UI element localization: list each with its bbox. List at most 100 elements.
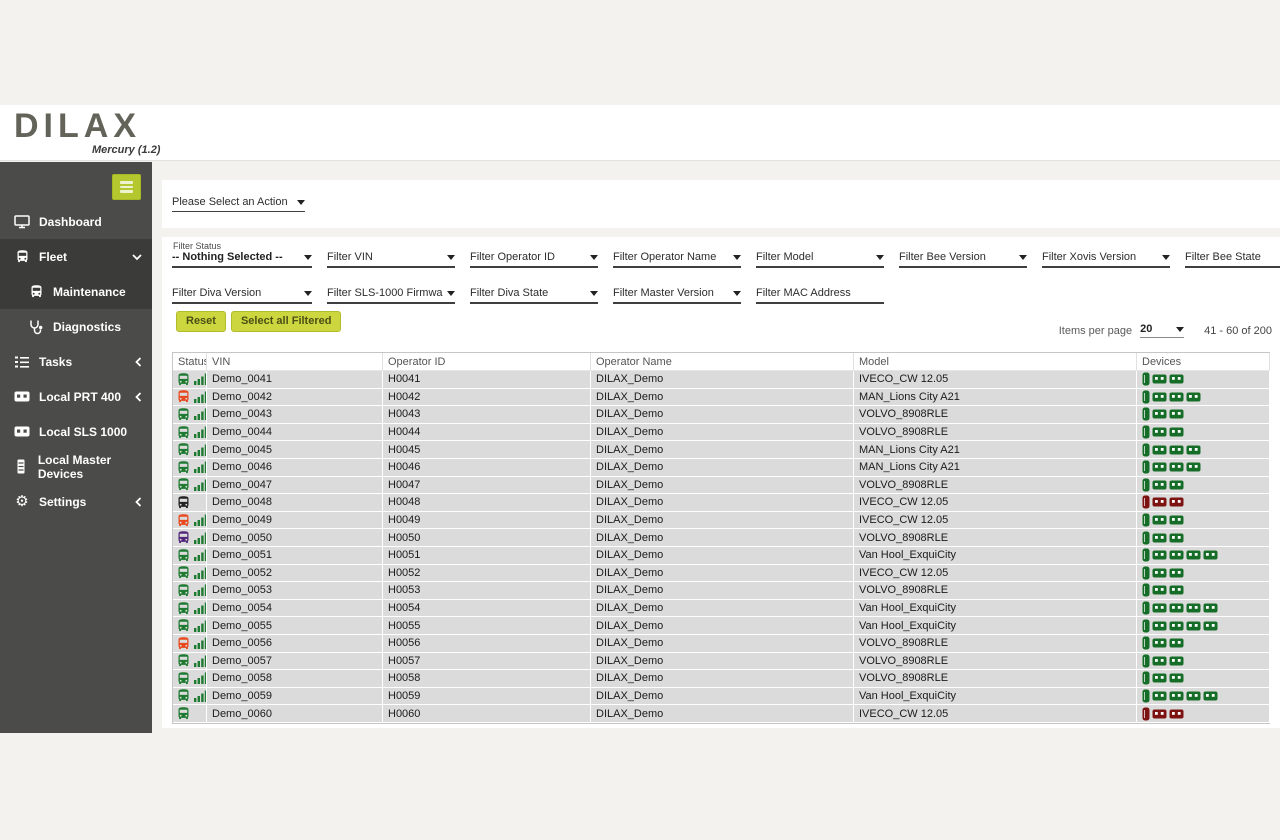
devices-cell — [1137, 406, 1270, 423]
sensor-device-icon — [1152, 462, 1167, 472]
table-row[interactable]: Demo_0057H0057DILAX_DemoVOLVO_8908RLE — [173, 653, 1270, 671]
master-device-icon — [1142, 636, 1150, 650]
table-row[interactable]: Demo_0060H0060DILAX_DemoIVECO_CW 12.05 — [173, 705, 1270, 723]
filter-value: Filter VIN — [327, 251, 373, 263]
table-row[interactable]: Demo_0056H0056DILAX_DemoVOLVO_8908RLE — [173, 635, 1270, 653]
table-row[interactable]: Demo_0042H0042DILAX_DemoMAN_Lions City A… — [173, 389, 1270, 407]
table-row[interactable]: Demo_0043H0043DILAX_DemoVOLVO_8908RLE — [173, 406, 1270, 424]
filter-select-filter-vin[interactable]: Filter VIN — [327, 251, 455, 268]
operator-id-cell: H0050 — [383, 529, 591, 546]
table-row[interactable]: Demo_0052H0052DILAX_DemoIVECO_CW 12.05 — [173, 565, 1270, 583]
action-select[interactable]: Please Select an Action — [172, 196, 305, 212]
vin-cell: Demo_0058 — [207, 670, 383, 687]
sidebar-item-local-sls-1000[interactable]: Local SLS 1000 — [0, 414, 152, 449]
filter-select-filter-master-version[interactable]: Filter Master Version — [613, 287, 741, 304]
filter-select-filter-sls-1000-firmware-vers-[interactable]: Filter SLS-1000 Firmware Vers... — [327, 287, 455, 304]
table-row[interactable]: Demo_0049H0049DILAX_DemoIVECO_CW 12.05 — [173, 512, 1270, 530]
filter-select-filter-bee-state[interactable]: Filter Bee State — [1185, 251, 1280, 268]
sidebar-item-diagnostics[interactable]: Diagnostics — [0, 309, 152, 344]
master-device-icon — [1142, 531, 1150, 545]
vin-cell: Demo_0056 — [207, 635, 383, 652]
table-row[interactable]: Demo_0047H0047DILAX_DemoVOLVO_8908RLE — [173, 477, 1270, 495]
sensor-device-icon — [1169, 585, 1184, 595]
sidebar-item-dashboard[interactable]: Dashboard — [0, 204, 152, 239]
filter-select-filter-model[interactable]: Filter Model — [756, 251, 884, 268]
table-row[interactable]: Demo_0044H0044DILAX_DemoVOLVO_8908RLE — [173, 424, 1270, 442]
table-row[interactable]: Demo_0053H0053DILAX_DemoVOLVO_8908RLE — [173, 582, 1270, 600]
signal-strength-icon — [194, 373, 207, 385]
signal-strength-icon — [194, 514, 207, 526]
sensor-device-icon — [1169, 515, 1184, 525]
sensor-device-icon — [1186, 691, 1201, 701]
signal-strength-icon — [194, 426, 207, 438]
column-header-status[interactable]: Status — [173, 353, 207, 370]
model-cell: VOLVO_8908RLE — [854, 653, 1137, 670]
vin-cell: Demo_0059 — [207, 688, 383, 705]
items-per-page-select[interactable]: 20 — [1140, 323, 1184, 338]
sidebar-item-maintenance[interactable]: Maintenance — [0, 274, 152, 309]
signal-strength-icon — [194, 549, 207, 561]
signal-strength-icon — [194, 655, 207, 667]
main-panel: Filter Status -- Nothing Selected --Filt… — [162, 237, 1280, 728]
table-row[interactable]: Demo_0055H0055DILAX_DemoVan Hool_ExquiCi… — [173, 617, 1270, 635]
filter-select-filter-mac-address[interactable]: Filter MAC Address — [756, 287, 884, 304]
hamburger-icon — [120, 186, 133, 189]
dropdown-arrow-icon — [590, 291, 598, 296]
table-row[interactable]: Demo_0041H0041DILAX_DemoIVECO_CW 12.05 — [173, 371, 1270, 389]
sensor-device-icon — [1203, 691, 1218, 701]
sensor-device-icon — [1169, 638, 1184, 648]
operator-id-cell: H0055 — [383, 617, 591, 634]
master-device-icon — [1142, 689, 1150, 703]
filter-value: Filter SLS-1000 Firmware Vers... — [327, 287, 443, 299]
table-row[interactable]: Demo_0058H0058DILAX_DemoVOLVO_8908RLE — [173, 670, 1270, 688]
bus-status-icon — [176, 583, 191, 598]
column-header-model[interactable]: Model — [854, 353, 1137, 370]
status-cell — [173, 670, 207, 687]
operator-id-cell: H0052 — [383, 565, 591, 582]
select-all-filtered-button[interactable]: Select all Filtered — [231, 311, 341, 332]
devices-cell — [1137, 600, 1270, 617]
filter-select--nothing-selected-[interactable]: -- Nothing Selected -- — [172, 251, 312, 268]
devices-cell — [1137, 389, 1270, 406]
filter-select-filter-operator-id[interactable]: Filter Operator ID — [470, 251, 598, 268]
filter-select-filter-diva-state[interactable]: Filter Diva State — [470, 287, 598, 304]
bus-status-icon — [176, 425, 191, 440]
filter-select-filter-operator-name[interactable]: Filter Operator Name — [613, 251, 741, 268]
sidebar-item-local-prt-400[interactable]: Local PRT 400 — [0, 379, 152, 414]
reset-button[interactable]: Reset — [176, 311, 226, 332]
sidebar-item-settings[interactable]: ⚙Settings — [0, 484, 152, 519]
table-header-row: StatusVINOperator IDOperator NameModelDe… — [173, 353, 1270, 371]
table-row[interactable]: Demo_0050H0050DILAX_DemoVOLVO_8908RLE — [173, 529, 1270, 547]
operator-name-cell: DILAX_Demo — [591, 635, 854, 652]
filter-select-filter-diva-version[interactable]: Filter Diva Version — [172, 287, 312, 304]
hamburger-menu-button[interactable] — [112, 174, 141, 200]
signal-strength-icon — [194, 444, 207, 456]
table-row[interactable]: Demo_0045H0045DILAX_DemoMAN_Lions City A… — [173, 441, 1270, 459]
column-header-operator-name[interactable]: Operator Name — [591, 353, 854, 370]
table-row[interactable]: Demo_0048H0048DILAX_DemoIVECO_CW 12.05 — [173, 494, 1270, 512]
column-header-vin[interactable]: VIN — [207, 353, 383, 370]
sidebar-item-fleet[interactable]: Fleet — [0, 239, 152, 274]
master-device-icon — [1142, 407, 1150, 421]
table-row[interactable]: Demo_0054H0054DILAX_DemoVan Hool_ExquiCi… — [173, 600, 1270, 618]
filter-select-filter-bee-version[interactable]: Filter Bee Version — [899, 251, 1027, 268]
status-cell — [173, 600, 207, 617]
sidebar-item-tasks[interactable]: Tasks — [0, 344, 152, 379]
operator-id-cell: H0049 — [383, 512, 591, 529]
sensor-device-icon — [1152, 621, 1167, 631]
filter-select-filter-xovis-version[interactable]: Filter Xovis Version — [1042, 251, 1170, 268]
model-cell: MAN_Lions City A21 — [854, 389, 1137, 406]
column-header-devices[interactable]: Devices — [1137, 353, 1270, 370]
master-device-icon — [1142, 654, 1150, 668]
table-row[interactable]: Demo_0046H0046DILAX_DemoMAN_Lions City A… — [173, 459, 1270, 477]
table-row[interactable]: Demo_0059H0059DILAX_DemoVan Hool_ExquiCi… — [173, 688, 1270, 706]
filter-value: Filter Diva State — [470, 287, 548, 299]
sidebar-item-label: Local PRT 400 — [39, 390, 121, 404]
table-row[interactable]: Demo_0051H0051DILAX_DemoVan Hool_ExquiCi… — [173, 547, 1270, 565]
column-header-operator-id[interactable]: Operator ID — [383, 353, 591, 370]
sidebar-nav: DashboardFleetMaintenanceDiagnosticsTask… — [0, 204, 152, 519]
operator-id-cell: H0043 — [383, 406, 591, 423]
sidebar-item-local-master-devices[interactable]: Local Master Devices — [0, 449, 152, 484]
filter-value: -- Nothing Selected -- — [172, 251, 283, 263]
sensor-device-icon — [1169, 409, 1184, 419]
